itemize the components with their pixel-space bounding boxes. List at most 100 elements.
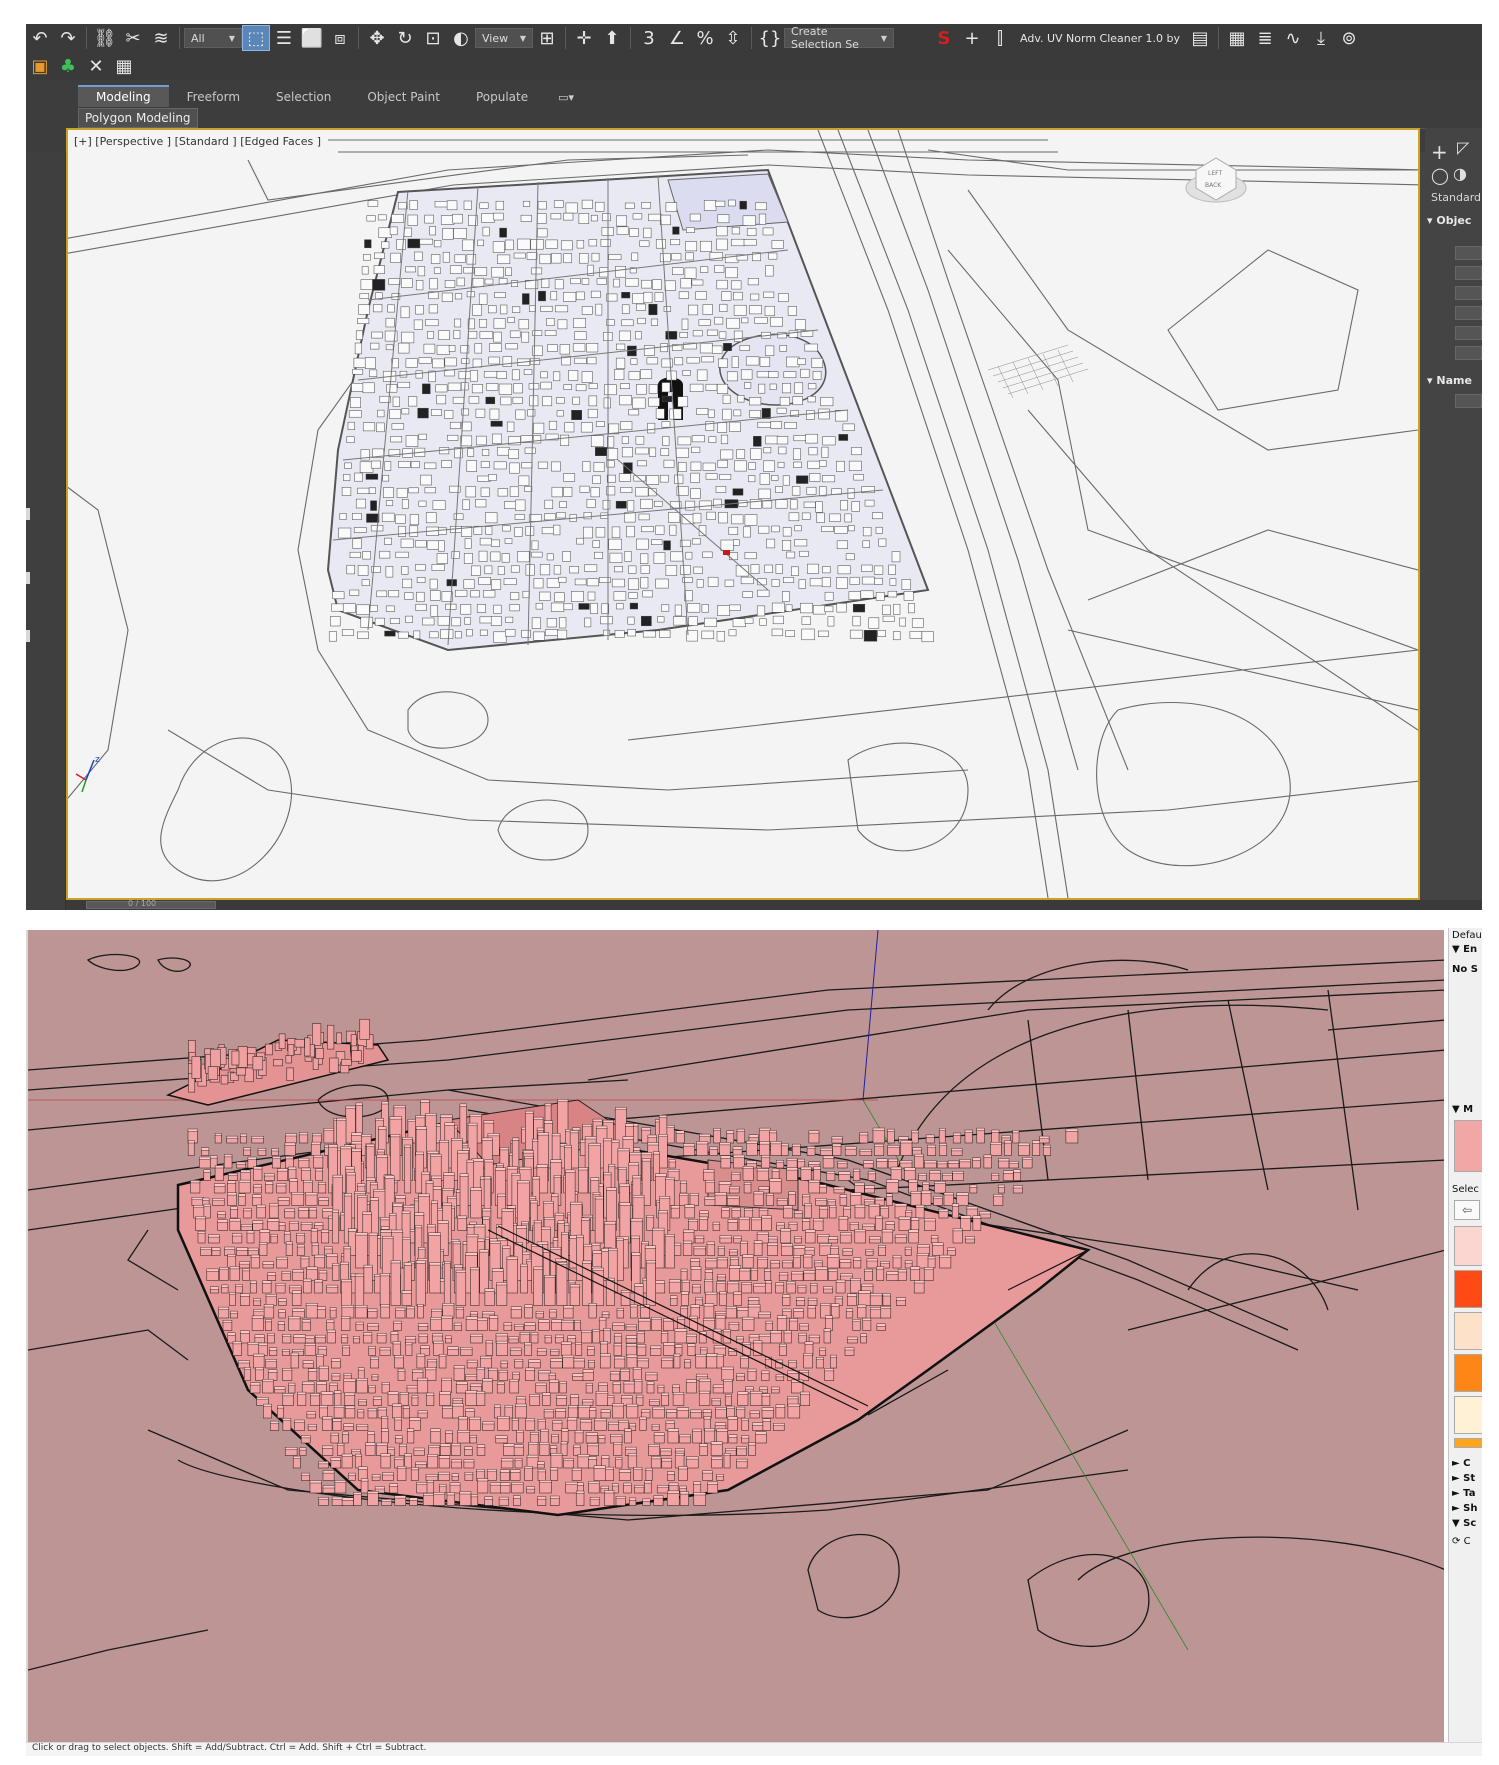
add-icon[interactable]: + (958, 25, 986, 51)
building-block (536, 1350, 547, 1356)
shapes-icon[interactable]: ◑ (1453, 164, 1467, 183)
link-icon[interactable]: ⛓ (91, 25, 119, 51)
scale-icon[interactable]: ⊡ (419, 25, 447, 51)
viewport-label[interactable]: [+] [Perspective ] [Standard ] [Edged Fa… (74, 135, 321, 148)
open-file-icon[interactable]: ▣ (26, 53, 54, 79)
rotate-icon[interactable]: ↻ (391, 25, 419, 51)
object-type-button[interactable] (1455, 346, 1482, 360)
percent-snap-icon[interactable]: % (691, 25, 719, 51)
polygon-modeling-button[interactable]: Polygon Modeling (78, 108, 198, 128)
spinner-snap-icon[interactable]: ⇳ (719, 25, 747, 51)
tab-freeform[interactable]: Freeform (169, 87, 258, 107)
building-roof (636, 1331, 645, 1334)
material-swatch[interactable] (1454, 1270, 1482, 1308)
materials-row[interactable]: ▼ M (1452, 1104, 1473, 1115)
schematic-view-icon[interactable]: ⤓ (1307, 25, 1335, 51)
building-roof (830, 1245, 839, 1249)
move-icon[interactable]: ✥ (363, 25, 391, 51)
building-roof (845, 1146, 857, 1150)
tray-row-components[interactable]: ► C (1452, 1458, 1471, 1469)
material-editor-icon[interactable]: ⊚ (1335, 25, 1363, 51)
object-type-button[interactable] (1455, 266, 1482, 280)
angle-snap-icon[interactable]: ∠ (663, 25, 691, 51)
building-block (354, 1455, 362, 1469)
reference-coordinate-dropdown[interactable]: View ▼ (475, 28, 533, 48)
building-roof (496, 1340, 508, 1344)
current-material-swatch[interactable] (1454, 1120, 1482, 1172)
tab-object-paint[interactable]: Object Paint (349, 87, 458, 107)
building-roof (387, 1391, 399, 1395)
object-type-button[interactable] (1455, 246, 1482, 260)
scene-explorer-icon[interactable]: ▦ (1223, 25, 1251, 51)
edit-named-selection-icon[interactable]: {} (756, 25, 784, 51)
name-color-rollout[interactable]: ▾ Name (1427, 374, 1472, 387)
building-block (574, 1432, 584, 1444)
named-selection-dropdown[interactable]: Create Selection Se ▼ (784, 25, 894, 51)
plugin-label[interactable]: Adv. UV Norm Cleaner 1.0 by (1014, 32, 1186, 45)
tray-row-styles[interactable]: ► St (1452, 1473, 1475, 1484)
select-manipulate-icon[interactable]: ✛ (570, 25, 598, 51)
undo-icon[interactable]: ↶ (26, 25, 54, 51)
building-roof (681, 1291, 689, 1295)
back-arrow-icon[interactable]: ⇦ (1454, 1200, 1480, 1220)
building-block (827, 1256, 840, 1269)
selection-filter-dropdown[interactable]: All ▼ (184, 28, 242, 48)
building-roof (500, 1482, 511, 1486)
modify-icon[interactable]: ◸ (1457, 138, 1469, 157)
building-block (382, 1474, 394, 1481)
select-by-name-icon[interactable]: ☰ (270, 25, 298, 51)
tray-header[interactable]: Defau (1452, 930, 1482, 941)
create-icon[interactable]: + (1431, 140, 1448, 164)
material-swatch[interactable] (1454, 1312, 1482, 1350)
tab-modeling[interactable]: Modeling (78, 85, 169, 107)
perspective-viewport[interactable]: LEFT BACK z [+] [Perspective ] [Standard… (66, 128, 1420, 900)
sketchup-model-viewport[interactable] (26, 930, 1444, 1742)
ribbon-options-icon[interactable]: ▭▾ (546, 88, 586, 107)
plugin-logo-icon[interactable]: S (930, 25, 958, 51)
entity-info-row[interactable]: ▼ En (1452, 944, 1477, 955)
building-block (696, 369, 708, 381)
spreadsheet-icon[interactable]: ▦ (110, 53, 138, 79)
material-swatch[interactable] (1454, 1354, 1482, 1392)
tray-row-tags[interactable]: ► Ta (1452, 1488, 1475, 1499)
name-field[interactable] (1455, 394, 1482, 408)
building-roof (433, 1340, 444, 1344)
tab-selection[interactable]: Selection (258, 87, 349, 107)
tray-row-scenes[interactable]: ▼ Sc (1452, 1518, 1476, 1529)
keyboard-shortcut-icon[interactable]: ⬆ (598, 25, 626, 51)
building-roof (514, 1324, 524, 1327)
geometry-icon[interactable]: ◯ (1431, 166, 1449, 185)
building-block (663, 306, 671, 312)
object-type-button[interactable] (1455, 286, 1482, 300)
material-swatch[interactable] (1454, 1438, 1482, 1448)
layer-explorer-icon[interactable]: ≣ (1251, 25, 1279, 51)
rectangular-selection-icon[interactable]: ⬜ (298, 25, 326, 51)
time-slider[interactable]: 0 / 100 (66, 899, 1482, 910)
tools-icon[interactable]: ✕ (82, 53, 110, 79)
tree-icon[interactable]: ♣ (54, 53, 82, 79)
pivot-center-icon[interactable]: ⊞ (533, 25, 561, 51)
redo-icon[interactable]: ↷ (54, 25, 82, 51)
tab-populate[interactable]: Populate (458, 87, 546, 107)
curve-editor-icon[interactable]: ∿ (1279, 25, 1307, 51)
object-type-dropdown[interactable]: Standard (1431, 191, 1481, 204)
material-swatch[interactable] (1454, 1396, 1482, 1434)
mirror-icon[interactable]: ⫿ (986, 25, 1014, 51)
object-type-rollout[interactable]: ▾ Objec (1427, 214, 1471, 227)
tray-row-camera[interactable]: ⟳ C (1452, 1536, 1471, 1547)
building-block (816, 512, 825, 523)
building-block (761, 1372, 770, 1381)
select-object-icon[interactable]: ⬚ (242, 25, 270, 51)
object-type-button[interactable] (1455, 326, 1482, 340)
snaps-toggle-icon[interactable]: 3 (635, 25, 663, 51)
align-icon[interactable]: ▤ (1186, 25, 1214, 51)
building-block (733, 1293, 742, 1306)
tray-row-shadows[interactable]: ► Sh (1452, 1503, 1478, 1514)
building-roof (612, 1403, 624, 1407)
bind-spacewarp-icon[interactable]: ≋ (147, 25, 175, 51)
unlink-icon[interactable]: ✂ (119, 25, 147, 51)
object-type-button[interactable] (1455, 306, 1482, 320)
placement-icon[interactable]: ◐ (447, 25, 475, 51)
material-swatch[interactable] (1454, 1226, 1482, 1266)
window-crossing-icon[interactable]: ⧈ (326, 25, 354, 51)
